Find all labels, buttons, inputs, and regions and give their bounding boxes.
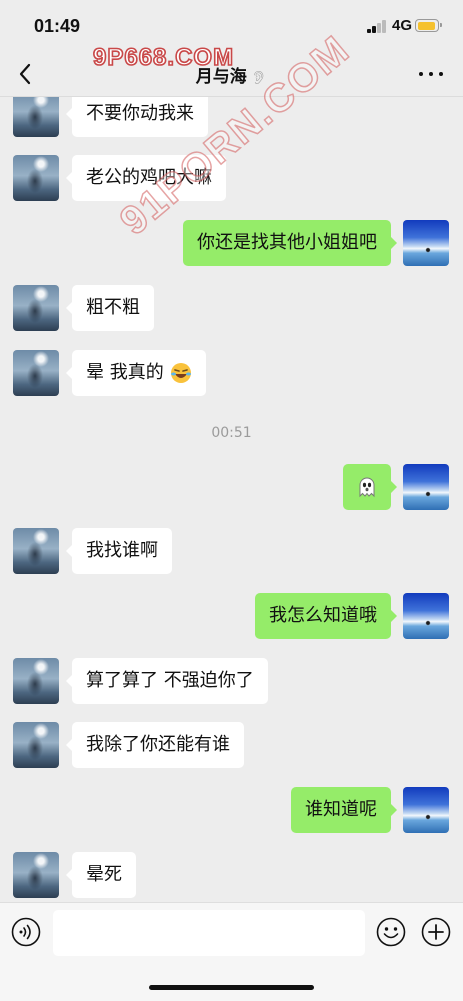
ghost-emoji-icon xyxy=(359,477,375,498)
message-bubble[interactable]: 老公的鸡吧大嘛 xyxy=(66,155,226,201)
chat-messages[interactable]: 不要你动我来 老公的鸡吧大嘛 你还是找其他小姐姐吧 粗不粗 晕 我真的 00:5… xyxy=(0,97,463,902)
earpiece-mode-icon: 👂︎ xyxy=(250,71,268,86)
contact-avatar[interactable] xyxy=(13,852,59,898)
my-avatar[interactable] xyxy=(403,220,449,266)
my-avatar[interactable] xyxy=(403,787,449,833)
message-bubble[interactable] xyxy=(343,464,397,510)
message-bubble[interactable]: 晕死 xyxy=(66,852,136,898)
add-more-icon[interactable] xyxy=(421,917,451,947)
message-text: 晕 我真的 xyxy=(86,362,164,383)
message-bubble[interactable]: 算了算了 不强迫你了 xyxy=(66,658,268,704)
status-bar: 01:49 4G xyxy=(0,0,463,52)
message-bubble[interactable]: 粗不粗 xyxy=(66,285,154,331)
message-bubble[interactable]: 不要你动我来 xyxy=(66,97,208,137)
contact-avatar[interactable] xyxy=(13,658,59,704)
battery-icon xyxy=(415,19,442,32)
chat-header: 月与海 👂︎ xyxy=(0,52,463,97)
my-avatar[interactable] xyxy=(403,593,449,639)
emoji-icon[interactable] xyxy=(376,917,406,947)
laughing-crying-emoji-icon xyxy=(171,363,192,383)
message-bubble[interactable]: 谁知道呢 xyxy=(291,787,397,833)
network-type: 4G xyxy=(392,17,413,34)
contact-avatar[interactable] xyxy=(13,155,59,201)
chat-title: 月与海 👂︎ xyxy=(0,62,463,87)
contact-avatar[interactable] xyxy=(13,722,59,768)
contact-avatar[interactable] xyxy=(13,285,59,331)
contact-name: 月与海 xyxy=(195,67,247,87)
contact-avatar[interactable] xyxy=(13,528,59,574)
message-bubble[interactable]: 你还是找其他小姐姐吧 xyxy=(183,220,397,266)
time-divider: 00:51 xyxy=(211,425,252,441)
voice-input-icon[interactable] xyxy=(11,917,41,947)
my-avatar[interactable] xyxy=(403,464,449,510)
status-time: 01:49 xyxy=(34,16,81,36)
message-bubble[interactable]: 我找谁啊 xyxy=(66,528,172,574)
message-bubble[interactable]: 晕 我真的 xyxy=(65,350,207,396)
contact-avatar[interactable] xyxy=(13,97,59,137)
message-bubble[interactable]: 我怎么知道哦 xyxy=(255,593,397,639)
more-options-icon[interactable] xyxy=(417,62,445,86)
message-bubble[interactable]: 我除了你还能有谁 xyxy=(66,722,244,768)
cellular-signal-icon xyxy=(367,20,387,33)
home-indicator[interactable] xyxy=(149,985,314,990)
contact-avatar[interactable] xyxy=(13,350,59,396)
message-input[interactable] xyxy=(53,910,365,956)
